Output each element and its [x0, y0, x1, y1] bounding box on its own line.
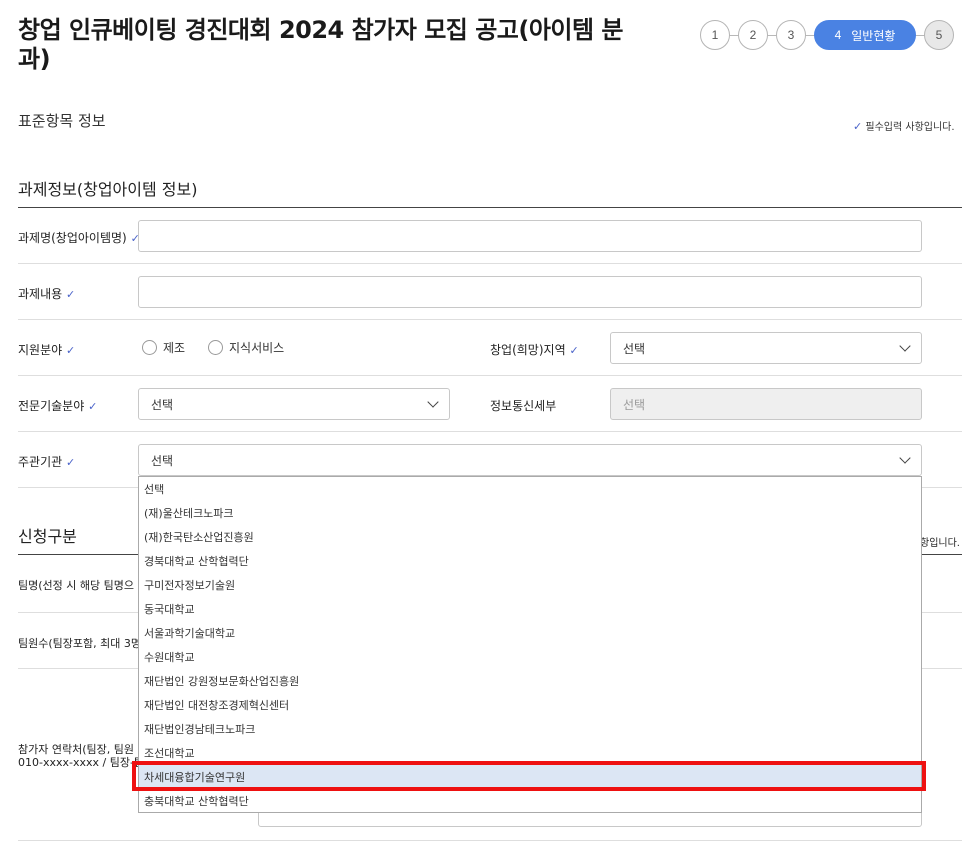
support-field-label: 지원분야 ✓ — [18, 341, 75, 358]
check-icon: ✓ — [66, 344, 76, 357]
row-divider — [18, 840, 962, 841]
heading-divider — [18, 207, 962, 208]
project-content-input[interactable] — [138, 276, 922, 308]
highlight-annotation-box — [132, 761, 926, 791]
required-note: ✓ 필수입력 사항입니다. — [853, 118, 955, 133]
row-divider — [18, 319, 962, 320]
application-type-heading: 신청구분 — [18, 527, 77, 546]
step-2[interactable]: 2 — [738, 20, 768, 50]
tech-field-select-value: 선택 — [151, 397, 174, 412]
host-label-text: 주관기관 — [18, 455, 63, 469]
tech-field-select[interactable]: 선택 — [138, 388, 450, 420]
row-divider — [18, 375, 962, 376]
dropdown-option[interactable]: (재)울산테크노파크 — [139, 501, 921, 525]
dropdown-option[interactable]: 경북대학교 산학협력단 — [139, 549, 921, 573]
dropdown-option[interactable]: 재단법인경남테크노파크 — [139, 717, 921, 741]
radio-manufacturing-label: 제조 — [163, 341, 186, 355]
ict-select: 선택 — [610, 388, 922, 420]
dropdown-option[interactable]: 충북대학교 산학협력단 — [139, 789, 921, 813]
row-divider — [18, 263, 962, 264]
step-1[interactable]: 1 — [700, 20, 730, 50]
check-icon: ✓ — [66, 456, 76, 469]
dropdown-option[interactable]: 서울과학기술대학교 — [139, 621, 921, 645]
radio-circle[interactable] — [208, 340, 223, 355]
dropdown-option[interactable]: 재단법인 강원정보문화산업진흥원 — [139, 669, 921, 693]
required-note-partial: 항입니다. — [920, 538, 960, 549]
radio-manufacturing[interactable]: 제조 — [142, 339, 185, 356]
ict-select-value: 선택 — [623, 397, 646, 412]
step-4-active[interactable]: 4 일반현황 — [814, 20, 916, 50]
ict-label: 정보통신세부 — [490, 399, 557, 413]
step-4-number: 4 — [834, 28, 842, 42]
dropdown-option[interactable]: 재단법인 대전창조경제혁신센터 — [139, 693, 921, 717]
chevron-down-icon — [899, 340, 911, 352]
host-label: 주관기관 ✓ — [18, 453, 75, 470]
team-count-label: 팀원수(팀장포함, 최대 3명 — [18, 637, 141, 650]
chevron-down-icon — [899, 452, 911, 464]
chevron-down-icon — [427, 396, 439, 408]
radio-knowledge-service-label: 지식서비스 — [229, 341, 285, 355]
check-icon: ✓ — [88, 400, 98, 413]
required-note-text: 필수입력 사항입니다. — [865, 122, 955, 133]
team-name-label: 팀명(선정 시 해당 팀명으 — [18, 579, 134, 592]
region-select-value: 선택 — [623, 341, 646, 356]
host-select-value: 선택 — [151, 453, 174, 468]
row-divider — [18, 431, 962, 432]
dropdown-option[interactable]: 구미전자정보기술원 — [139, 573, 921, 597]
dropdown-option[interactable]: 선택 — [139, 477, 921, 501]
dropdown-option[interactable]: 수원대학교 — [139, 645, 921, 669]
host-select[interactable]: 선택 — [138, 444, 922, 476]
tech-field-label: 전문기술분야 ✓ — [18, 397, 97, 414]
region-label: 창업(희망)지역 ✓ — [490, 341, 579, 358]
project-content-label: 과제내용 ✓ — [18, 285, 75, 302]
support-field-label-text: 지원분야 — [18, 343, 63, 357]
dropdown-option[interactable]: 동국대학교 — [139, 597, 921, 621]
check-icon: ✓ — [853, 120, 863, 133]
check-icon: ✓ — [569, 344, 579, 357]
project-content-label-text: 과제내용 — [18, 287, 63, 301]
step-4-label: 일반현황 — [851, 28, 896, 43]
radio-circle[interactable] — [142, 340, 157, 355]
project-info-heading: 과제정보(창업아이템 정보) — [18, 180, 198, 199]
standard-info-title: 표준항목 정보 — [18, 112, 106, 130]
dropdown-option[interactable]: (재)한국탄소산업진흥원 — [139, 525, 921, 549]
tech-field-label-text: 전문기술분야 — [18, 399, 85, 413]
step-5[interactable]: 5 — [924, 20, 954, 50]
project-name-label: 과제명(창업아이템명) ✓ — [18, 229, 140, 246]
project-name-input[interactable] — [138, 220, 922, 252]
region-label-text: 창업(희망)지역 — [490, 343, 566, 357]
contact-format-hint: 010-xxxx-xxxx / 팀장-팀 — [18, 756, 145, 769]
page-title: 창업 인큐베이팅 경진대회 2024 참가자 모집 공고(아이템 분과) — [18, 16, 624, 73]
radio-knowledge-service[interactable]: 지식서비스 — [208, 339, 284, 356]
step-3[interactable]: 3 — [776, 20, 806, 50]
project-name-label-text: 과제명(창업아이템명) — [18, 231, 127, 245]
region-select[interactable]: 선택 — [610, 332, 922, 364]
check-icon: ✓ — [66, 288, 76, 301]
